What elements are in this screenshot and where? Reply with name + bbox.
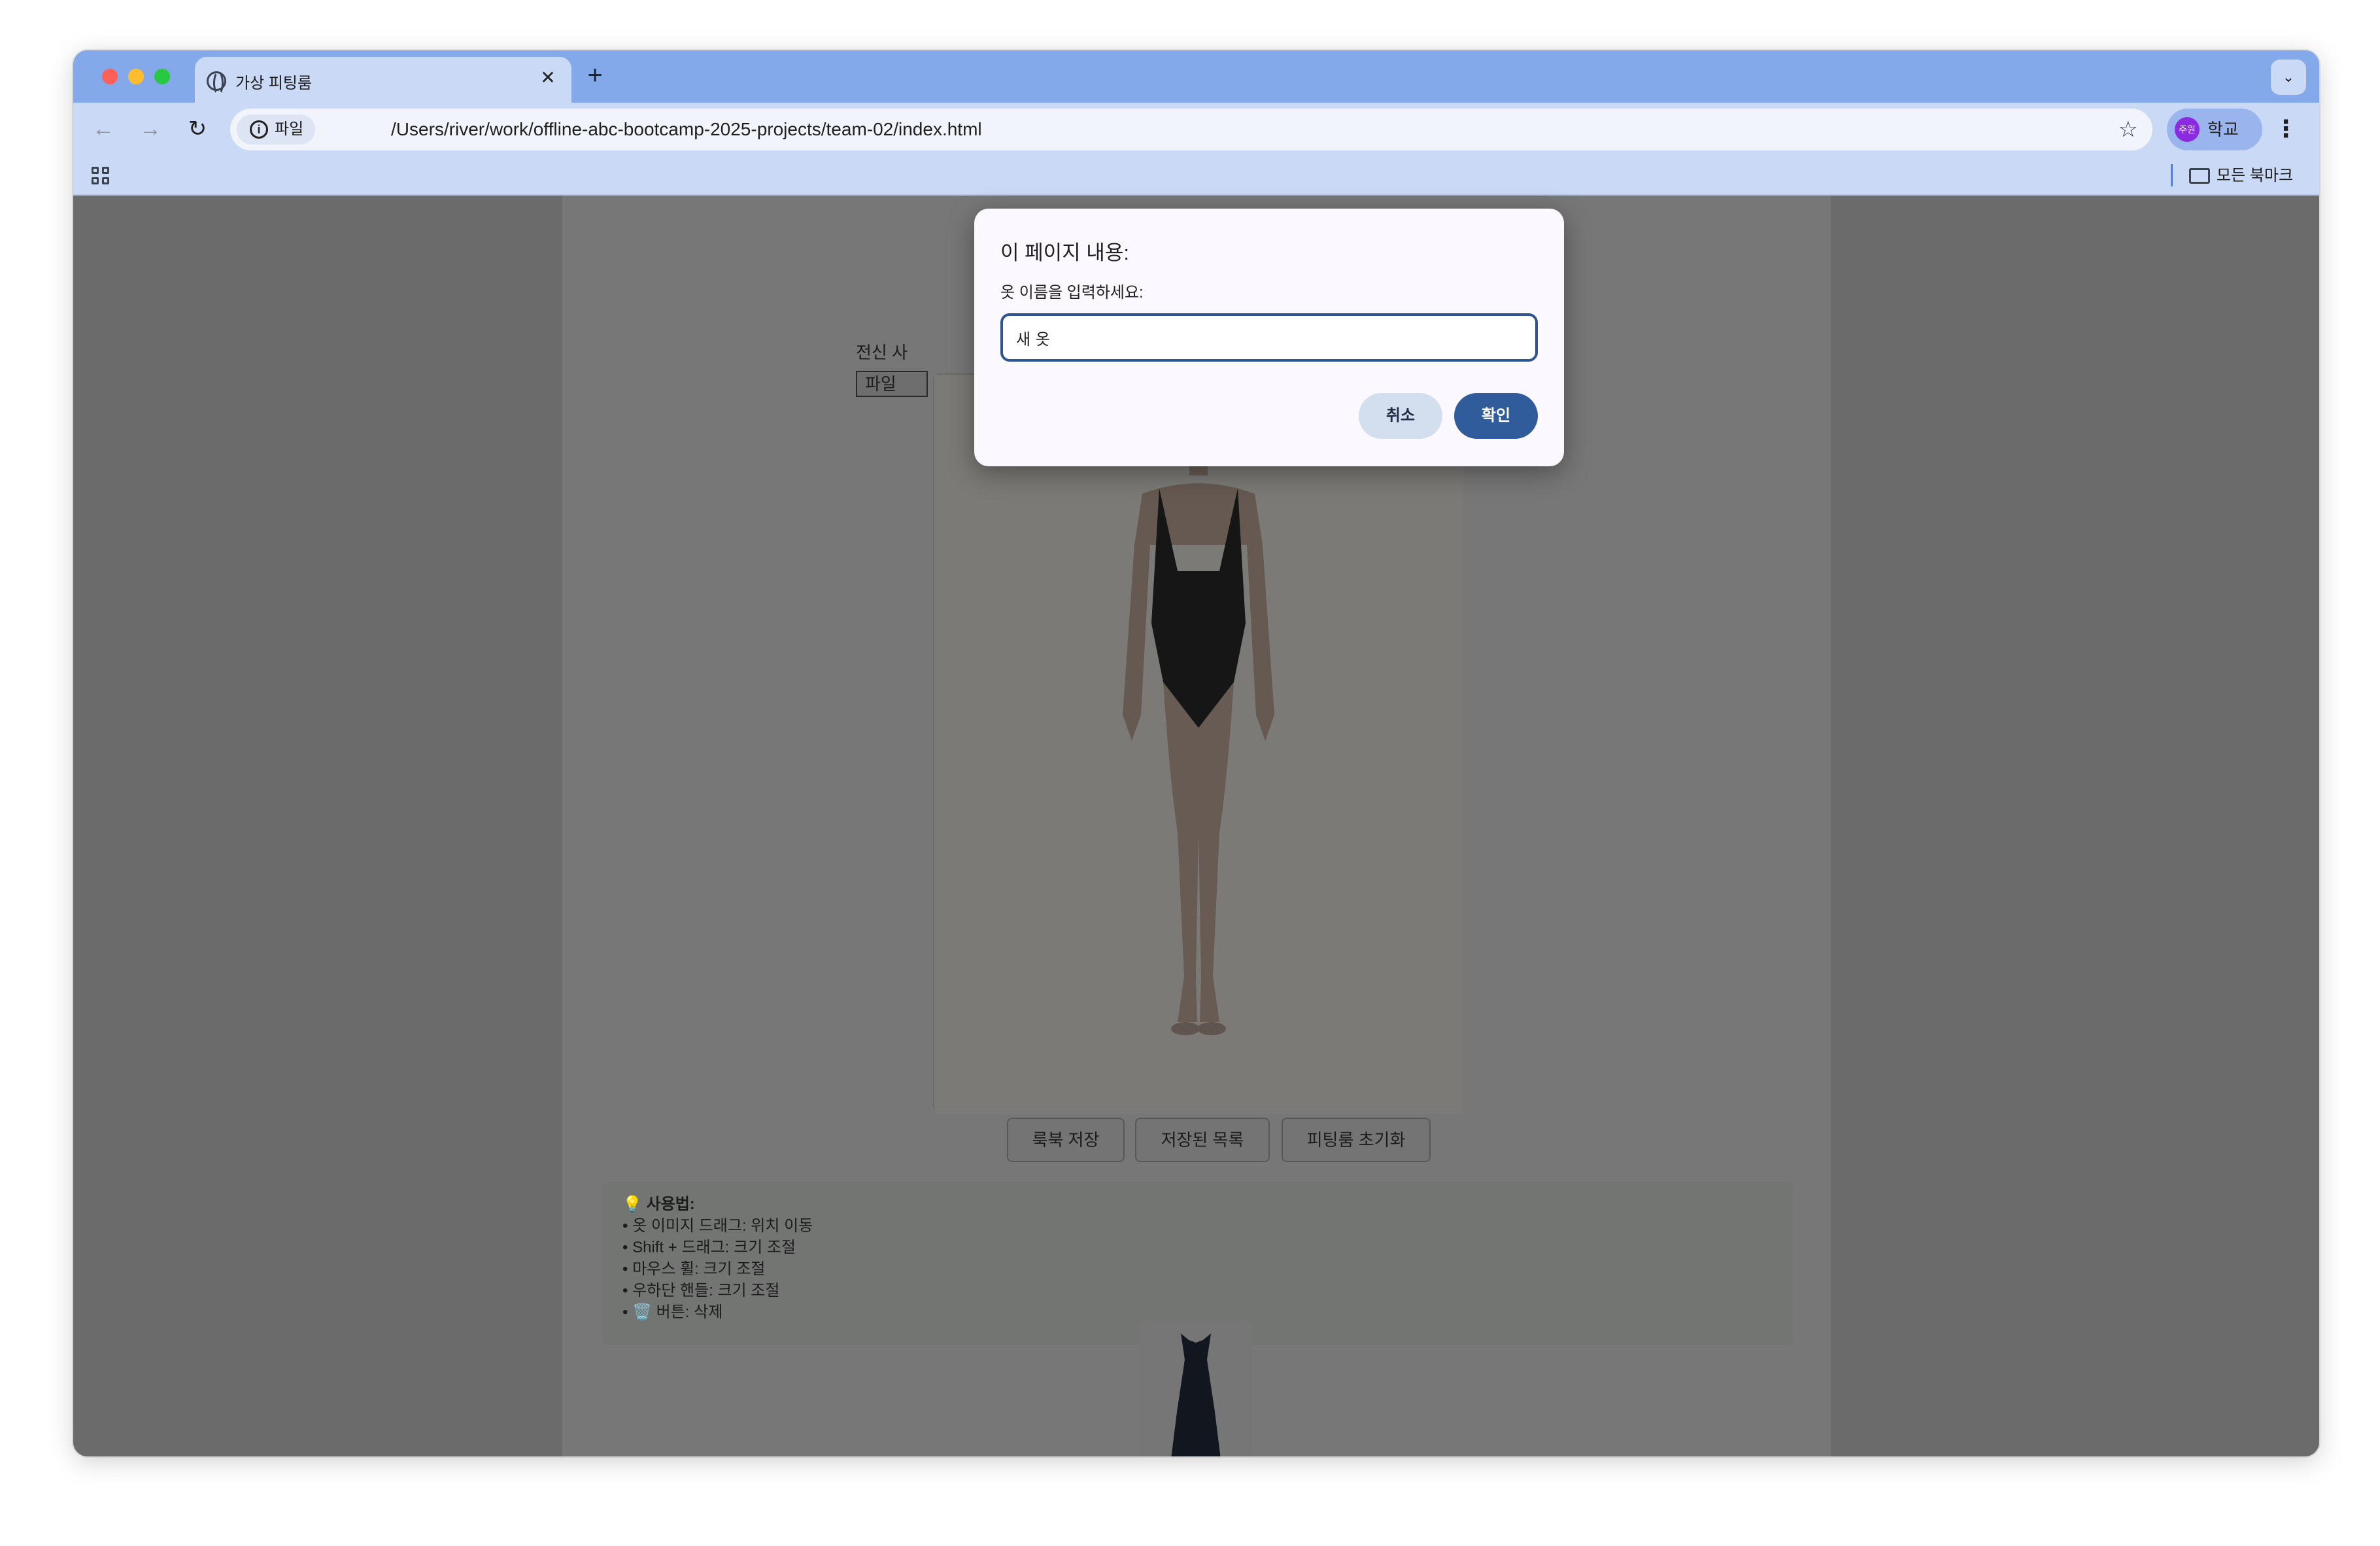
new-tab-button[interactable]: +: [581, 62, 609, 91]
fitting-photo-frame[interactable]: [933, 373, 1463, 1114]
more-menu-icon[interactable]: ⋮: [2273, 111, 2299, 147]
all-bookmarks-label: 모든 북마크: [2217, 167, 2294, 184]
bookmark-star-icon[interactable]: ☆: [2118, 109, 2138, 150]
dress-image: [1140, 1320, 1251, 1456]
back-arrow-icon[interactable]: ←: [85, 111, 122, 147]
site-info-chip[interactable]: i 파일: [237, 114, 316, 145]
info-icon: i: [250, 120, 268, 139]
profile-button[interactable]: 주원 학교: [2167, 109, 2262, 150]
confirm-button[interactable]: 확인: [1454, 393, 1538, 439]
save-lookbook-button[interactable]: 룩북 저장: [1007, 1118, 1125, 1162]
usage-title: 💡 사용법:: [622, 1195, 695, 1213]
tab-title: 가상 피팅룸: [235, 75, 313, 92]
globe-icon: [207, 71, 226, 95]
close-window-button[interactable]: [102, 69, 118, 84]
forward-arrow-icon[interactable]: →: [132, 111, 169, 147]
minimize-window-button[interactable]: [128, 69, 144, 84]
dialog-title: 이 페이지 내용:: [1000, 241, 1129, 264]
file-choose-button[interactable]: 파일: [856, 371, 928, 397]
upload-label: 전신 사: [856, 343, 908, 362]
url-text[interactable]: /Users/river/work/offline-abc-bootcamp-2…: [391, 109, 982, 150]
dialog-message: 옷 이름을 입력하세요:: [1000, 284, 1144, 301]
profile-name: 학교: [2207, 120, 2239, 139]
usage-line: • 우하단 핸들: 크기 조절: [622, 1282, 780, 1299]
avatar: 주원: [2175, 117, 2200, 142]
reload-icon[interactable]: ↻: [179, 111, 216, 147]
usage-line: • Shift + 드래그: 크기 조절: [622, 1239, 796, 1256]
browser-toolbar: ← → ↻ i 파일 /Users/river/work/offline-abc…: [73, 103, 2319, 156]
clothing-thumbnail[interactable]: [1140, 1320, 1251, 1456]
close-tab-icon[interactable]: ✕: [536, 66, 560, 90]
reset-fitting-room-button[interactable]: 피팅룸 초기화: [1282, 1118, 1431, 1162]
saved-list-button[interactable]: 저장된 목록: [1135, 1118, 1270, 1162]
browser-window: 가상 피팅룸 ✕ + ⌄ ← → ↻ i 파일 /Users/river/wor…: [73, 50, 2319, 1456]
apps-grid-icon[interactable]: [92, 167, 110, 185]
cancel-button[interactable]: 취소: [1359, 393, 1442, 439]
usage-line: • 옷 이미지 드래그: 위치 이동: [622, 1217, 813, 1235]
tab-strip: 가상 피팅룸 ✕ + ⌄: [73, 50, 2319, 103]
bookmarks-bar: 모든 북마크: [73, 156, 2319, 196]
model-photo: [934, 375, 1463, 1114]
usage-line: • 마우스 휠: 크기 조절: [622, 1260, 766, 1278]
tab-virtual-fitting-room[interactable]: 가상 피팅룸 ✕: [195, 57, 571, 103]
bookmarks-divider: [2171, 164, 2173, 186]
prompt-dialog: 이 페이지 내용: 옷 이름을 입력하세요: 취소 확인: [974, 209, 1564, 466]
clothing-name-input[interactable]: [1000, 313, 1538, 362]
maximize-window-button[interactable]: [154, 69, 170, 84]
tab-search-chevron-icon[interactable]: ⌄: [2271, 60, 2306, 95]
address-bar[interactable]: i 파일 /Users/river/work/offline-abc-bootc…: [230, 109, 2152, 150]
folder-icon: [2189, 168, 2210, 184]
chip-label: 파일: [275, 120, 304, 138]
all-bookmarks-folder[interactable]: 모든 북마크: [2189, 164, 2293, 188]
